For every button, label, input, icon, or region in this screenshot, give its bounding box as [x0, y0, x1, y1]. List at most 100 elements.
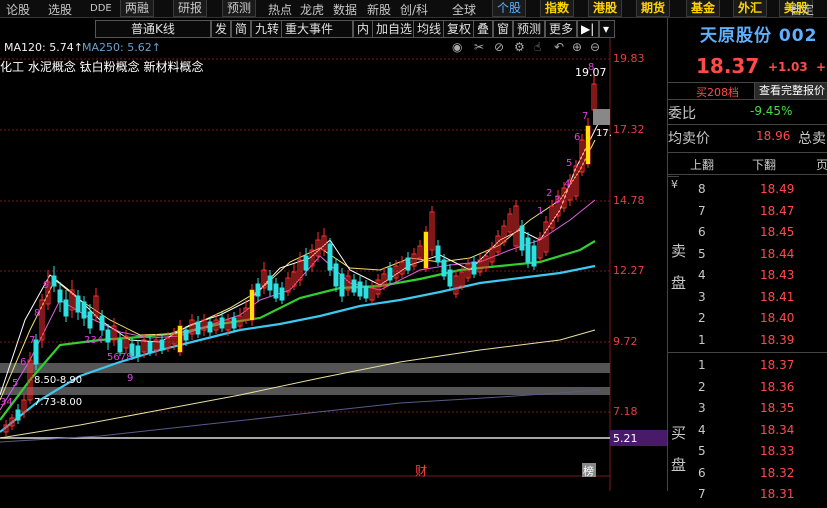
candle-body [255, 283, 261, 297]
svg-text:6: 6 [574, 132, 580, 143]
buy-level-row[interactable]: 1 18.37 [668, 358, 827, 379]
nav-jijin[interactable]: 基金 [686, 0, 721, 17]
page-down-button[interactable]: 下翻 [752, 156, 776, 173]
toolbar-jian[interactable]: 简 [231, 20, 252, 38]
nav-dde[interactable]: DDE [90, 3, 112, 14]
eye-icon[interactable]: ◉ [452, 40, 462, 54]
candle-body [303, 255, 309, 271]
svg-text:34: 34 [0, 397, 13, 408]
toolbar-nei[interactable]: 内 [353, 20, 374, 38]
nav-qihuo[interactable]: 期货 [636, 0, 671, 17]
buy-level-row[interactable]: 6 18.32 [668, 466, 827, 487]
ma120-indicator: MA120: 5.74↑ [4, 41, 83, 54]
buy-level-row[interactable]: 4 18.34 [668, 423, 827, 444]
toolbar-fuquan[interactable]: 复权 [443, 20, 476, 38]
level-number: 3 [698, 401, 706, 415]
candle-body [63, 299, 69, 317]
candle-body [135, 345, 141, 357]
sell-level-row[interactable]: 7 18.47 [668, 204, 827, 225]
nav-gegu[interactable]: 个股 [492, 0, 527, 17]
scissors-icon[interactable]: ✂ [474, 40, 484, 54]
svg-text:5: 5 [12, 378, 18, 389]
nav-quanqiu[interactable]: 全球 [452, 1, 476, 18]
buy-level-row[interactable]: 2 18.36 [668, 380, 827, 401]
nav-yuce[interactable]: 预测 [222, 0, 257, 17]
level-number: 1 [698, 332, 706, 347]
svg-text:4: 4 [564, 179, 570, 190]
zoom-in-icon[interactable]: ⊕ [572, 40, 582, 54]
undo-icon[interactable]: ↶ [554, 40, 564, 54]
nav-ganggu[interactable]: 港股 [588, 0, 623, 17]
toolbar-more[interactable]: 更多 [545, 20, 578, 38]
page-up-button[interactable]: 上翻 [690, 156, 714, 173]
sell-level-row[interactable]: 3 18.41 [668, 290, 827, 311]
toolbar-major-events[interactable]: 重大事件 [281, 20, 353, 38]
level-price: 18.45 [760, 225, 795, 239]
nav-zhishu[interactable]: 指数 [540, 0, 575, 17]
sell-level-row[interactable]: 8 18.49 [668, 182, 827, 203]
toolbar-add-watch[interactable]: 加自选 [372, 20, 417, 38]
toolbar-die[interactable]: 叠 [473, 20, 494, 38]
level-price: 18.37 [760, 358, 795, 372]
kline-type-select[interactable]: 普通K线 [95, 20, 211, 38]
sell-level-row[interactable]: 6 18.45 [668, 225, 827, 246]
ma60-line [0, 264, 596, 433]
total-sell-label: 总卖 [798, 131, 826, 147]
full-quote-button[interactable]: 查看完整报价 [754, 83, 827, 99]
nav-shuju[interactable]: 数据 [333, 1, 357, 18]
nav-lungu[interactable]: 论股 [6, 1, 30, 18]
candle-body [99, 315, 105, 331]
level-number: 7 [698, 203, 706, 218]
sell-level-row[interactable]: 4 18.43 [668, 268, 827, 289]
candle-body [531, 245, 537, 267]
level-price: 18.33 [760, 444, 795, 458]
last-price: 18.37 [696, 54, 760, 78]
toolbar-yuce[interactable]: 预测 [513, 20, 546, 38]
nav-redian[interactable]: 热点 [268, 1, 292, 18]
copy-icon[interactable]: ⊘ [494, 40, 504, 54]
toolbar-chuang[interactable]: 窗 [493, 20, 514, 38]
level-number: 6 [698, 465, 706, 480]
toolbar-jiuzhuan[interactable]: 九转 [251, 20, 284, 38]
buy-level-row[interactable]: 3 18.35 [668, 401, 827, 422]
buy-level-row[interactable]: 7 18.31 [668, 487, 827, 508]
candle-body [525, 237, 531, 263]
toolbar-fa[interactable]: 发 [211, 20, 232, 38]
nav-chuangke[interactable]: 创/科 [400, 1, 428, 18]
toolbar-dropdown-icon[interactable]: ▾ [599, 20, 615, 38]
candle-body [117, 339, 123, 353]
sell-level-row[interactable]: 2 18.40 [668, 311, 827, 332]
kline-chart[interactable]: 19.07 17. 财 榜 8.50-8.90 7.73-8.00 9 8 7 … [0, 38, 667, 491]
level-price: 18.31 [760, 487, 795, 501]
candle-body [363, 285, 369, 299]
toolbar-ma[interactable]: 均线 [413, 20, 446, 38]
nav-zidingyi[interactable]: 自定 [790, 1, 814, 18]
stock-name[interactable]: 天原股份 002 [700, 21, 817, 46]
settings-icon[interactable]: ⚙ [514, 40, 525, 54]
nav-xuangu[interactable]: 选股 [48, 1, 72, 18]
avg-sell-value: 18.96 [756, 129, 791, 143]
level-price: 18.32 [760, 465, 795, 480]
page-button[interactable]: 页 [816, 156, 827, 173]
nav-longhu[interactable]: 龙虎 [300, 1, 324, 18]
nav-liangrong[interactable]: 两融 [120, 0, 155, 17]
buy-level-row[interactable]: 5 18.33 [668, 444, 827, 465]
nav-waihui[interactable]: 外汇 [733, 0, 768, 17]
level-number: 6 [698, 225, 706, 239]
toolbar-end-button[interactable]: ▶| [577, 20, 599, 38]
candle-body [279, 287, 285, 301]
buy-208-button[interactable]: 买208档 [696, 84, 739, 100]
nav-xingu[interactable]: 新股 [367, 1, 391, 18]
svg-text:8: 8 [34, 308, 40, 319]
level-price: 18.35 [760, 401, 795, 415]
nav-yanbao[interactable]: 研报 [173, 0, 208, 17]
level-number: 4 [698, 422, 706, 437]
sell-level-row[interactable]: 5 18.44 [668, 247, 827, 268]
ma250-indicator: MA250: 5.62↑ [82, 41, 161, 54]
hand-icon[interactable]: ☝ [534, 40, 541, 54]
sell-level-row[interactable]: 1 18.39 [668, 333, 827, 354]
svg-text:3: 3 [554, 195, 560, 206]
zoom-out-icon[interactable]: ⊖ [590, 40, 600, 54]
zone-annotation-lower: 7.73-8.00 [34, 397, 82, 408]
level-price: 18.40 [760, 311, 795, 325]
